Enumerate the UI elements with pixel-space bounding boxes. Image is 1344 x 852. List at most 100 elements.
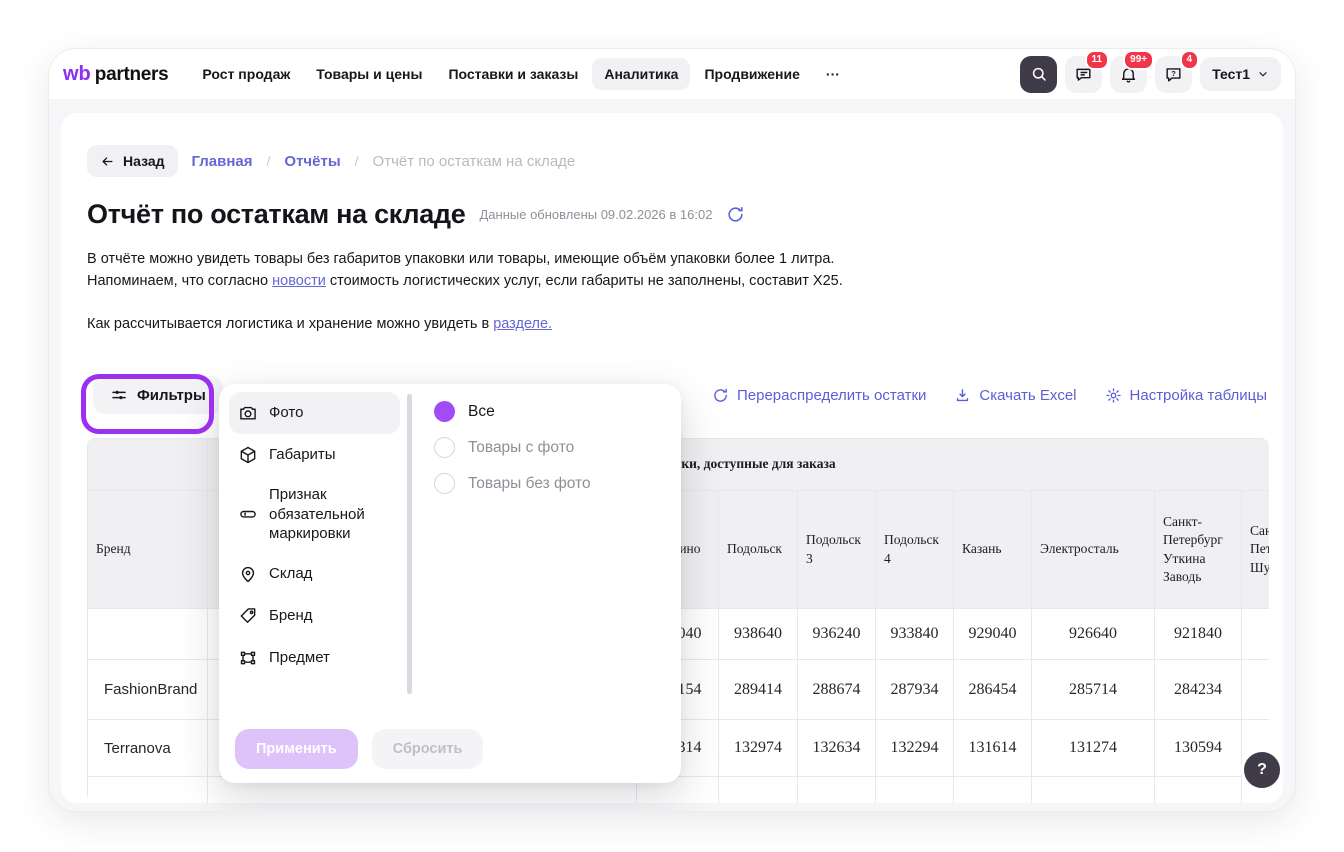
filter-menu-dimensions[interactable]: Габариты <box>229 434 400 476</box>
refresh-data-icon[interactable] <box>726 205 745 224</box>
nav-promotion[interactable]: Продвижение <box>692 58 811 90</box>
breadcrumb: Назад Главная / Отчёты / Отчёт по остатк… <box>87 145 1267 177</box>
cell: 286454 <box>954 660 1032 720</box>
nav-analytics[interactable]: Аналитика <box>592 58 690 90</box>
back-button[interactable]: Назад <box>87 145 178 177</box>
top-navigation-bar: wb partners Рост продаж Товары и цены По… <box>49 49 1295 99</box>
back-label: Назад <box>123 153 165 169</box>
news-link[interactable]: новости <box>272 273 326 289</box>
cell-brand: FashionBrand <box>88 660 208 720</box>
support-button[interactable]: ? 4 <box>1155 56 1192 93</box>
cell: 288674 <box>798 660 876 720</box>
menu-scrollbar[interactable] <box>407 394 412 694</box>
cell: 289414 <box>719 660 798 720</box>
question-bubble-icon: ? <box>1164 65 1183 84</box>
download-icon <box>954 387 971 404</box>
description-line2-post: стоимость логистических услуг, если габа… <box>326 273 843 289</box>
cell <box>798 777 876 804</box>
filters-button[interactable]: Фильтры <box>93 376 223 414</box>
radio-unselected-icon[interactable] <box>434 473 455 494</box>
cell-brand <box>88 609 208 660</box>
cell: 933840 <box>876 609 954 660</box>
breadcrumb-reports[interactable]: Отчёты <box>284 153 340 170</box>
filter-menu-label: Склад <box>269 564 312 584</box>
cell-brand: Terranova <box>88 720 208 777</box>
cell <box>1155 777 1242 804</box>
redistribute-stock-link[interactable]: Перераспределить остатки <box>712 387 926 404</box>
radio-selected-icon[interactable] <box>434 401 455 422</box>
cell: 285714 <box>1032 660 1155 720</box>
breadcrumb-home[interactable]: Главная <box>192 153 253 170</box>
nav-more-ellipsis[interactable]: ··· <box>814 58 852 90</box>
search-icon <box>1030 65 1048 83</box>
filter-menu-subject[interactable]: Предмет <box>229 637 400 679</box>
nav-goods-prices[interactable]: Товары и цены <box>304 58 434 90</box>
nav-sales-growth[interactable]: Рост продаж <box>190 58 302 90</box>
cell: 936240 <box>798 609 876 660</box>
messages-button[interactable]: 11 <box>1065 56 1102 93</box>
page-title: Отчёт по остаткам на складе <box>87 199 465 230</box>
cell <box>876 777 954 804</box>
col-header-podolsk: Подольск <box>719 491 798 609</box>
group-header-empty <box>88 439 208 491</box>
filter-menu-mandatory-marking[interactable]: Признак обязательной маркировки <box>229 476 400 553</box>
filter-menu-label: Признак обязательной маркировки <box>269 485 391 544</box>
filters-dropdown-panel: Фото Габариты Признак обязательной марки… <box>219 384 681 783</box>
nav-supplies-orders[interactable]: Поставки и заказы <box>436 58 590 90</box>
section-link[interactable]: разделе. <box>493 316 552 332</box>
cell: 287934 <box>876 660 954 720</box>
logo-partners: partners <box>95 64 169 86</box>
gear-icon <box>1105 387 1122 404</box>
svg-text:?: ? <box>1171 69 1176 78</box>
cell: 130594 <box>1155 720 1242 777</box>
account-menu[interactable]: Тест1 <box>1200 57 1281 91</box>
cell <box>1032 777 1155 804</box>
sliders-icon <box>110 386 128 404</box>
search-button[interactable] <box>1020 56 1057 93</box>
title-row: Отчёт по остаткам на складе Данные обнов… <box>87 199 1267 230</box>
brand-tag-icon <box>238 606 258 626</box>
cell: 131614 <box>954 720 1032 777</box>
cell: 284234 <box>1155 660 1242 720</box>
col-header-brand: Бренд <box>88 491 208 609</box>
redistribute-icon <box>712 387 729 404</box>
option-all[interactable]: Все <box>434 401 681 422</box>
location-pin-icon <box>238 564 258 584</box>
filter-menu-warehouse[interactable]: Склад <box>229 553 400 595</box>
topbar-actions: 11 99+ ? 4 Тест1 <box>1020 56 1281 93</box>
arrow-left-icon <box>100 154 115 169</box>
cell: 132294 <box>876 720 954 777</box>
package-icon <box>238 445 258 465</box>
app-window: wb partners Рост продаж Товары и цены По… <box>48 48 1296 812</box>
breadcrumb-separator: / <box>355 153 359 169</box>
filter-menu-photo[interactable]: Фото <box>229 392 400 434</box>
option-with-photo[interactable]: Товары с фото <box>434 437 681 458</box>
data-updated-label: Данные обновлены 09.02.2026 в 16:02 <box>479 207 712 222</box>
option-label: Товары с фото <box>468 439 574 457</box>
wb-partners-logo[interactable]: wb partners <box>63 63 168 86</box>
filters-label: Фильтры <box>137 387 206 404</box>
help-floating-button[interactable]: ? <box>1241 749 1283 791</box>
reset-button[interactable]: Сбросить <box>372 729 484 769</box>
main-nav: Рост продаж Товары и цены Поставки и зак… <box>190 58 852 90</box>
filter-menu-label: Предмет <box>269 648 330 668</box>
table-settings-link[interactable]: Настройка таблицы <box>1105 387 1267 404</box>
filter-categories-menu: Фото Габариты Признак обязательной марки… <box>219 384 412 783</box>
col-header-spb-utkina-zavod: Санкт-Петербург Уткина Заводь <box>1155 491 1242 609</box>
crop-frame-icon <box>238 648 258 668</box>
report-description: В отчёте можно увидеть товары без габари… <box>87 248 1267 293</box>
filter-menu-label: Габариты <box>269 445 336 465</box>
notifications-button[interactable]: 99+ <box>1110 56 1147 93</box>
radio-unselected-icon[interactable] <box>434 437 455 458</box>
cell: 929040 <box>954 609 1032 660</box>
cell <box>1242 660 1270 720</box>
download-excel-link[interactable]: Скачать Excel <box>954 387 1076 404</box>
apply-button[interactable]: Применить <box>235 729 358 769</box>
group-header-available-stock: Остатки, доступные для заказа <box>637 439 1270 491</box>
cell: 132634 <box>798 720 876 777</box>
filter-menu-brand[interactable]: Бренд <box>229 595 400 637</box>
filter-panel-buttons: Применить Сбросить <box>235 729 483 769</box>
option-without-photo[interactable]: Товары без фото <box>434 473 681 494</box>
redistribute-label: Перераспределить остатки <box>737 387 926 404</box>
chevron-down-icon <box>1257 68 1269 80</box>
